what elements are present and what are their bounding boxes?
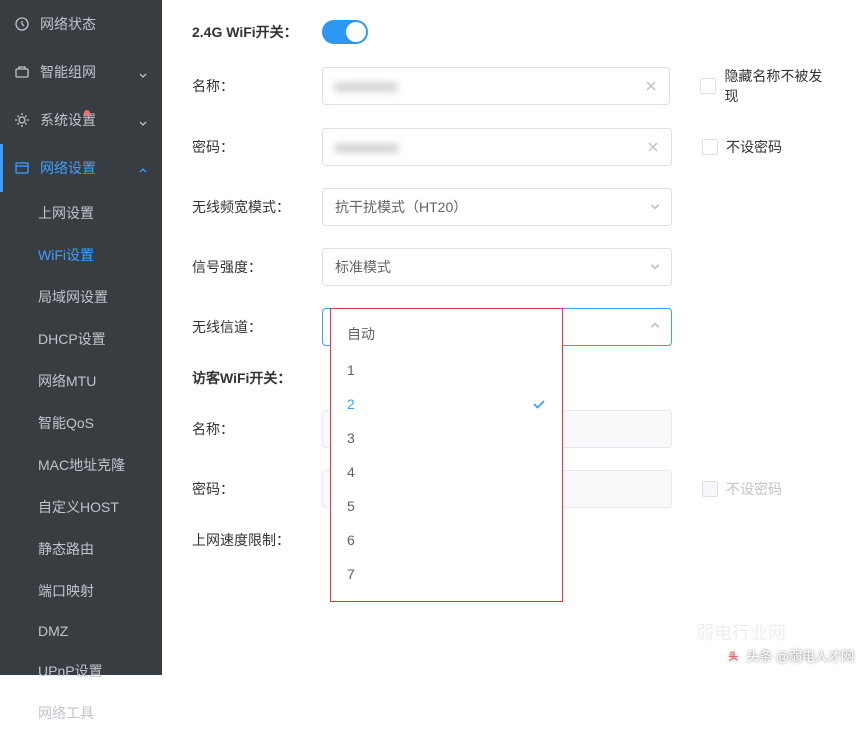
channel-option-4[interactable]: 4 [331, 455, 562, 489]
checkbox-icon [702, 481, 718, 497]
nav-label: 网络设置 [40, 158, 138, 178]
select-value: 标准模式 [335, 257, 391, 277]
watermark-icon: 头 [724, 647, 742, 665]
hide-ssid-label: 隐藏名称不被发现 [724, 66, 836, 106]
nav-network-status[interactable]: 网络状态 [0, 0, 162, 48]
channel-option-6[interactable]: 6 [331, 523, 562, 557]
guest-no-password-checkbox: 不设密码 [702, 479, 782, 499]
check-icon [532, 397, 546, 411]
clear-icon[interactable] [645, 139, 661, 155]
channel-label: 无线信道： [192, 317, 322, 337]
sub-wifi[interactable]: WiFi设置 [0, 234, 162, 276]
chevron-down-icon [138, 115, 148, 125]
nav-smart-mesh[interactable]: 智能组网 [0, 48, 162, 96]
no-password-checkbox[interactable]: 不设密码 [702, 137, 782, 157]
watermark: 头 头条 @弱电人才网 [724, 646, 854, 665]
signal-label: 信号强度： [192, 257, 322, 277]
chevron-down-icon [649, 259, 661, 275]
signal-select[interactable]: 标准模式 [322, 248, 672, 286]
globe-icon [14, 160, 30, 176]
sub-dmz[interactable]: DMZ [0, 612, 162, 650]
sub-static-route[interactable]: 静态路由 [0, 528, 162, 570]
name-input-wrap [322, 67, 671, 105]
name-label: 名称： [192, 76, 322, 96]
sub-custom-host[interactable]: 自定义HOST [0, 486, 162, 528]
dashboard-icon [14, 16, 30, 32]
wifi-switch-toggle[interactable] [322, 20, 368, 44]
sub-qos[interactable]: 智能QoS [0, 402, 162, 444]
checkbox-icon [700, 78, 716, 94]
sub-dhcp[interactable]: DHCP设置 [0, 318, 162, 360]
mesh-icon [14, 64, 30, 80]
channel-option-auto[interactable]: 自动 [331, 315, 562, 353]
password-input[interactable] [335, 139, 639, 155]
name-input[interactable] [335, 78, 638, 94]
guest-name-label: 名称： [192, 419, 322, 439]
checkbox-icon [702, 139, 718, 155]
nav-network-settings[interactable]: 网络设置 [0, 144, 162, 192]
bandwidth-label: 无线频宽模式： [192, 197, 322, 217]
watermark-text: 头条 @弱电人才网 [746, 646, 854, 665]
wifi-switch-label: 2.4G WiFi开关： [192, 22, 322, 42]
channel-option-7[interactable]: 7 [331, 557, 562, 591]
clear-icon[interactable] [643, 78, 659, 94]
chevron-up-icon [649, 319, 661, 335]
password-label: 密码： [192, 137, 322, 157]
chevron-up-icon [138, 163, 148, 173]
gear-icon [14, 112, 30, 128]
hide-ssid-checkbox[interactable]: 隐藏名称不被发现 [700, 66, 836, 106]
channel-option-3[interactable]: 3 [331, 421, 562, 455]
guest-speed-label: 上网速度限制： [192, 530, 322, 550]
password-input-wrap [322, 128, 672, 166]
faint-watermark: 弱电行业网 [696, 619, 786, 645]
chevron-down-icon [649, 199, 661, 215]
sub-upnp[interactable]: UPnP设置 [0, 650, 162, 692]
guest-password-label: 密码： [192, 479, 322, 499]
sub-internet[interactable]: 上网设置 [0, 192, 162, 234]
sub-mac-clone[interactable]: MAC地址克隆 [0, 444, 162, 486]
channel-option-1[interactable]: 1 [331, 353, 562, 387]
channel-dropdown: 自动 1 2 3 4 5 6 7 [330, 308, 563, 602]
nav-label: 网络状态 [40, 14, 148, 34]
guest-no-password-label: 不设密码 [726, 479, 782, 499]
content: 2.4G WiFi开关： 名称： 隐藏名称不被发现 密码： 不设密码 无 [162, 0, 866, 675]
no-password-label: 不设密码 [726, 137, 782, 157]
nav-system-settings[interactable]: 系统设置 [0, 96, 162, 144]
select-value: 抗干扰模式（HT20） [335, 197, 467, 217]
chevron-down-icon [138, 67, 148, 77]
sub-mtu[interactable]: 网络MTU [0, 360, 162, 402]
sub-net-tools[interactable]: 网络工具 [0, 692, 162, 734]
sidebar: 网络状态 智能组网 系统设置 网络设置 上网设置 WiFi设置 局域网设置 DH… [0, 0, 162, 675]
sub-port-forward[interactable]: 端口映射 [0, 570, 162, 612]
bandwidth-select[interactable]: 抗干扰模式（HT20） [322, 188, 672, 226]
sub-lan[interactable]: 局域网设置 [0, 276, 162, 318]
guest-switch-label: 访客WiFi开关： [192, 368, 322, 388]
channel-dropdown-list[interactable]: 自动 1 2 3 4 5 6 7 [331, 315, 562, 595]
channel-option-5[interactable]: 5 [331, 489, 562, 523]
nav-label: 智能组网 [40, 62, 138, 82]
channel-option-2[interactable]: 2 [331, 387, 562, 421]
notification-dot-icon [84, 110, 90, 116]
